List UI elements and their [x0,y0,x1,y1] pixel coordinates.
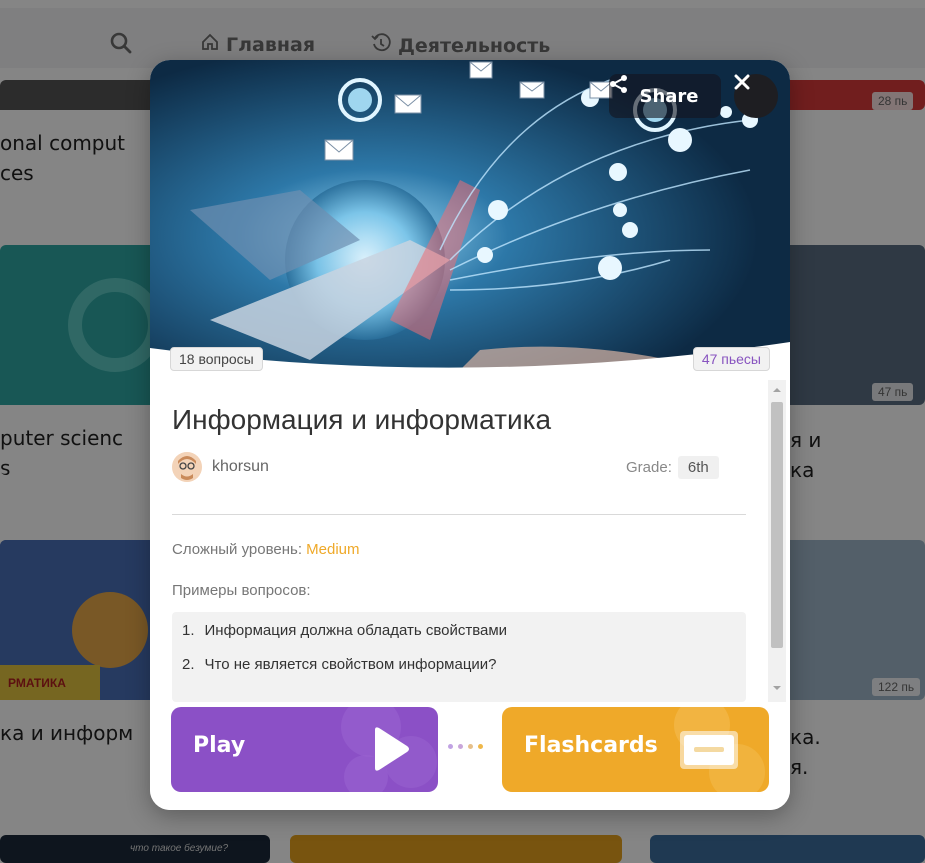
quiz-cover-image: Share 18 вопросы 47 пьесы [150,60,790,380]
sample-questions-list: 1. Информация должна обладать свойствами… [172,612,746,702]
scroll-down-arrow-icon[interactable] [768,684,786,696]
question-number: 1. [182,622,195,639]
difficulty-row: Сложный уровень: Medium [172,541,360,558]
grade-value: 6th [677,456,719,479]
question-text: Информация должна обладать свойствами [204,622,508,639]
sample-questions-label: Примеры вопросов: [172,582,311,599]
questions-count-badge: 18 вопросы [170,347,263,371]
dot [478,744,483,749]
quiz-preview-modal: Share 18 вопросы 47 пьесы Информация и и… [150,60,790,810]
flashcards-button[interactable]: Flashcards [502,707,769,792]
question-text: Что не является свойством информации? [204,656,497,673]
quiz-title: Информация и информатика [172,404,552,435]
grade-info: Grade: 6th [626,456,719,479]
author-name: khorsun [212,458,269,475]
scrollbar-thumb[interactable] [771,402,783,648]
share-label: Share [639,85,699,107]
scrollbar[interactable] [768,380,786,702]
action-bar: Play Flashcards [150,702,790,810]
difficulty-label: Сложный уровень: [172,541,302,558]
play-button[interactable]: Play [171,707,438,792]
dot [458,744,463,749]
dots-separator [448,744,483,749]
grade-label: Grade: [626,459,672,476]
quiz-details: Информация и информатика khorsun Grade: … [150,380,790,702]
flashcards-label: Flashcards [524,733,658,758]
share-button[interactable]: Share [609,74,721,118]
play-label: Play [193,733,246,758]
close-button[interactable] [734,74,778,118]
scroll-up-arrow-icon[interactable] [768,386,786,398]
play-icon [371,726,411,777]
question-number: 2. [182,656,195,673]
list-item: 2. Что не является свойством информации? [182,656,736,674]
difficulty-value: Medium [306,541,360,558]
flashcard-icon [678,729,740,776]
avatar [172,452,202,482]
list-item: 1. Информация должна обладать свойствами [182,622,736,640]
plays-count-badge: 47 пьесы [692,347,770,371]
divider [172,514,746,515]
dot [468,744,473,749]
author-info[interactable]: khorsun [172,452,269,482]
dot [448,744,453,749]
